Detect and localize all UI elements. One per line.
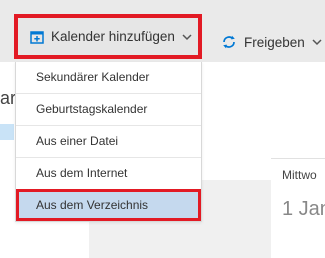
add-calendar-label: Kalender hinzufügen [51,29,175,44]
add-calendar-dropdown: Sekundärer Kalender Geburtstagskalender … [15,62,202,222]
menu-item-from-file[interactable]: Aus einer Datei [16,125,201,157]
menu-item-birthday-calendar[interactable]: Geburtstagskalender [16,93,201,125]
selected-view-indicator [0,124,14,140]
menu-item-from-internet[interactable]: Aus dem Internet [16,157,201,189]
chevron-down-icon [182,33,192,41]
calendar-add-icon [30,30,44,44]
menu-item-secondary-calendar[interactable]: Sekundärer Kalender [16,62,201,93]
chevron-down-icon [312,38,322,46]
page-title-fragment: ar [0,88,17,108]
menu-item-from-directory[interactable]: Aus dem Verzeichnis [16,189,201,221]
calendar-header-divider [271,158,325,159]
weekday-header: Mittwo [282,168,317,182]
date-label: 1 Jan [282,198,325,220]
share-label: Freigeben [244,34,305,50]
share-sync-icon [221,34,237,50]
add-calendar-button[interactable]: Kalender hinzufügen [14,14,202,59]
share-button[interactable]: Freigeben [221,27,322,57]
